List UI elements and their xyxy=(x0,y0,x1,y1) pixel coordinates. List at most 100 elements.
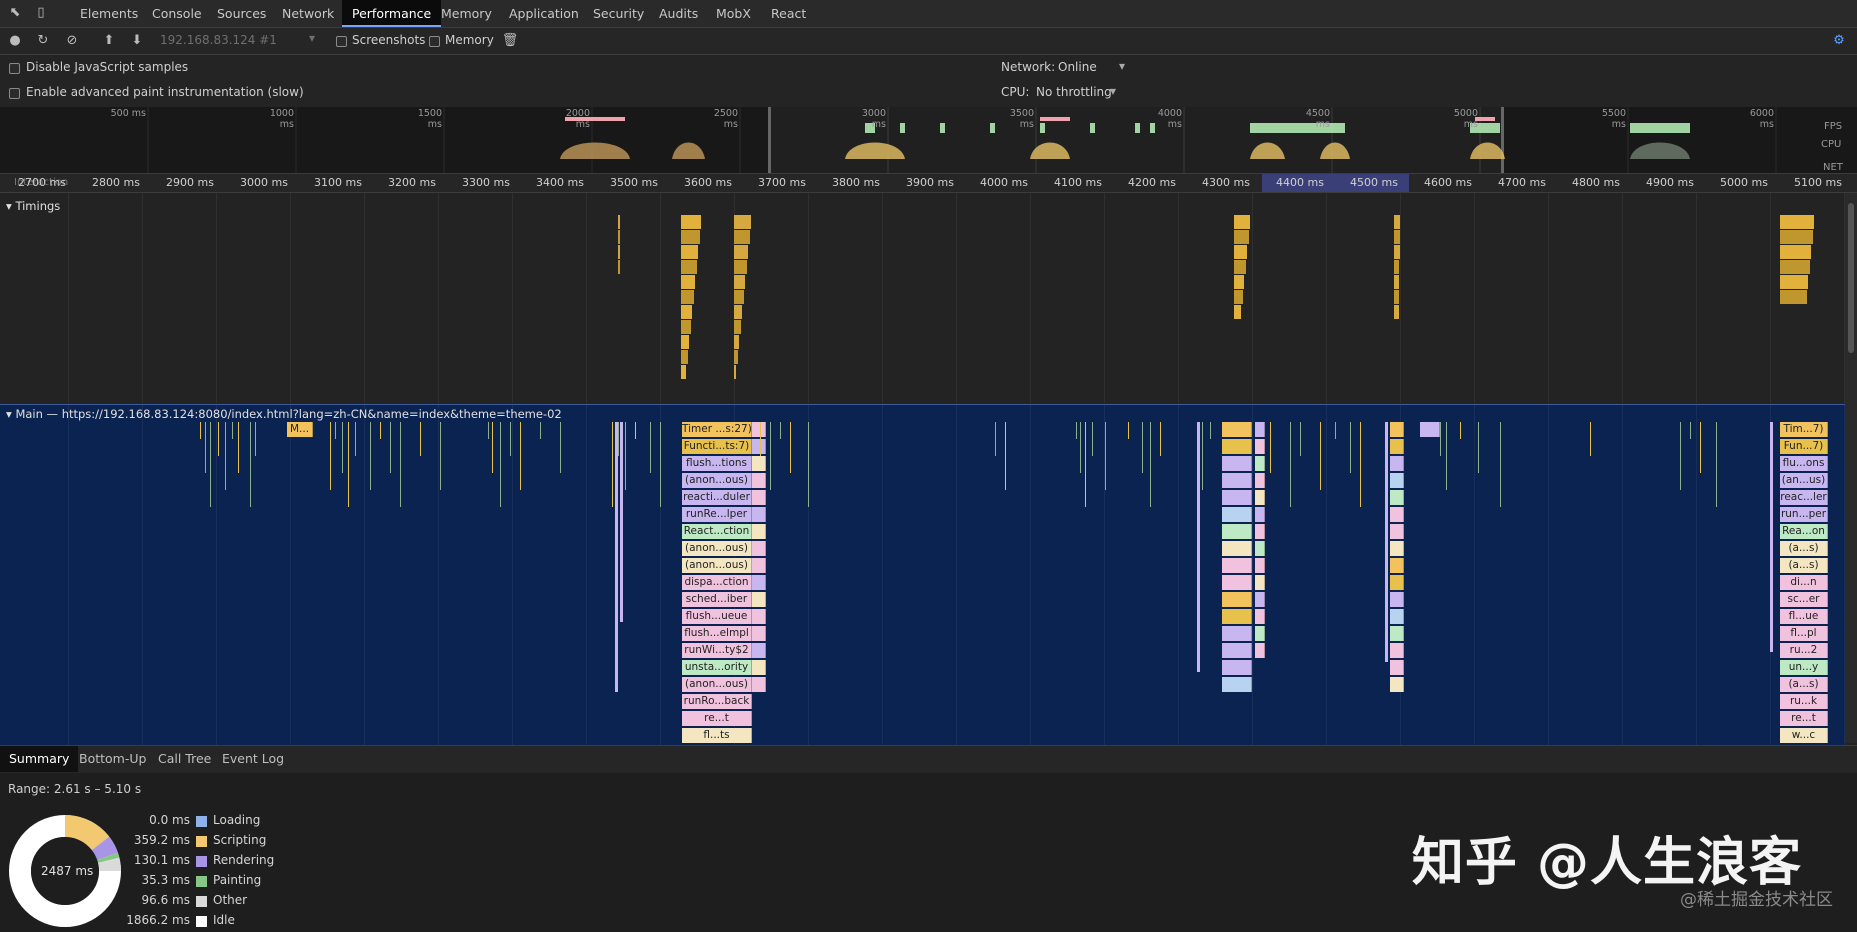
flame-frame[interactable] xyxy=(1222,524,1252,539)
task-tick[interactable] xyxy=(348,422,349,507)
task-tick[interactable] xyxy=(255,422,256,456)
flame-frame[interactable]: fl...ts xyxy=(682,728,752,743)
task-tick[interactable] xyxy=(540,422,541,439)
timings-title[interactable]: ▾ Timings xyxy=(6,199,60,213)
task-tick[interactable] xyxy=(1142,422,1143,473)
chevron-down-icon[interactable]: ▾ xyxy=(1119,59,1125,73)
task-tick[interactable] xyxy=(355,422,356,456)
timing-mark[interactable] xyxy=(1394,245,1400,259)
deep-call-stack[interactable] xyxy=(615,422,618,692)
flame-frame[interactable] xyxy=(1255,592,1265,607)
task-tick[interactable] xyxy=(1460,422,1461,439)
scrollbar-thumb[interactable] xyxy=(1848,203,1854,353)
flame-frame[interactable]: (anon...ous) xyxy=(682,558,752,573)
flame-frame[interactable]: React...ction xyxy=(682,524,752,539)
flame-frame[interactable]: fl...pl xyxy=(1780,626,1828,641)
flame-frame[interactable] xyxy=(1390,677,1404,692)
flame-frame[interactable]: ru...k xyxy=(1780,694,1828,709)
timing-mark[interactable] xyxy=(618,245,620,259)
flame-frame[interactable]: fl...ue xyxy=(1780,609,1828,624)
flame-frame[interactable] xyxy=(752,456,766,471)
flame-frame[interactable] xyxy=(1255,490,1265,505)
task-tick[interactable] xyxy=(232,422,233,439)
task-tick[interactable] xyxy=(1440,422,1441,456)
flame-frame[interactable] xyxy=(1255,626,1265,641)
flame-frame[interactable]: dispa...ction xyxy=(682,575,752,590)
task-tick[interactable] xyxy=(492,422,493,473)
tab-application[interactable]: Application xyxy=(499,0,589,27)
flame-frame[interactable]: flush...tions xyxy=(682,456,752,471)
deep-call-stack[interactable] xyxy=(1770,422,1773,652)
flame-frame[interactable]: sc...er xyxy=(1780,592,1828,607)
selection-handle-left[interactable] xyxy=(768,107,771,173)
flame-frame[interactable] xyxy=(1222,541,1252,556)
flame-frame[interactable] xyxy=(1390,592,1404,607)
task-tick[interactable] xyxy=(1300,422,1301,456)
task-tick[interactable] xyxy=(1335,422,1336,439)
flame-frame[interactable] xyxy=(752,422,766,437)
timing-mark[interactable] xyxy=(1234,230,1249,244)
flame-frame[interactable] xyxy=(1255,456,1265,471)
flame-frame[interactable] xyxy=(752,524,766,539)
flame-frame[interactable] xyxy=(1390,558,1404,573)
task-tick[interactable] xyxy=(618,422,619,456)
task-tick[interactable] xyxy=(390,422,391,473)
main-thread-flamechart[interactable]: ▾ Main — https://192.168.83.124:8080/ind… xyxy=(0,404,1845,745)
flame-frame[interactable]: M... xyxy=(287,422,313,437)
tab-network[interactable]: Network xyxy=(272,0,344,27)
task-tick[interactable] xyxy=(250,422,251,507)
flame-frame[interactable] xyxy=(1390,541,1404,556)
task-tick[interactable] xyxy=(1005,422,1006,490)
task-tick[interactable] xyxy=(1446,422,1447,490)
flame-frame[interactable]: Timer ...s:27) xyxy=(682,422,752,437)
flame-frame[interactable] xyxy=(752,490,766,505)
tab-sources[interactable]: Sources xyxy=(207,0,276,27)
reload-record-icon[interactable]: ↻ xyxy=(34,32,52,50)
flame-frame[interactable] xyxy=(752,439,766,454)
flame-frame[interactable] xyxy=(1255,643,1265,658)
flame-frame[interactable] xyxy=(1390,439,1404,454)
task-tick[interactable] xyxy=(1202,422,1203,490)
flame-frame[interactable] xyxy=(1390,473,1404,488)
flame-frame[interactable]: w...c xyxy=(1780,728,1828,743)
flame-frame[interactable]: un...y xyxy=(1780,660,1828,675)
inspect-element-icon[interactable]: ⬉ xyxy=(6,4,24,22)
flame-frame[interactable] xyxy=(752,473,766,488)
load-profile-icon[interactable]: ⬆ xyxy=(100,32,118,50)
timing-mark[interactable] xyxy=(681,230,700,244)
flame-frame[interactable]: flu...ons xyxy=(1780,456,1828,471)
timing-mark[interactable] xyxy=(1394,275,1400,289)
flame-frame[interactable]: sched...iber xyxy=(682,592,752,607)
timing-mark[interactable] xyxy=(1234,260,1246,274)
advanced-paint-checkbox[interactable] xyxy=(9,88,20,99)
flame-frame[interactable] xyxy=(1390,490,1404,505)
flame-frame[interactable] xyxy=(1255,575,1265,590)
flame-frame[interactable] xyxy=(1222,439,1252,454)
flame-frame[interactable] xyxy=(1255,541,1265,556)
flame-frame[interactable]: (a...s) xyxy=(1780,541,1828,556)
tab-performance[interactable]: Performance xyxy=(342,0,442,27)
deep-call-stack[interactable] xyxy=(620,422,623,622)
flame-frame[interactable] xyxy=(1255,524,1265,539)
clear-icon[interactable]: ⊘ xyxy=(63,32,81,50)
flame-frame[interactable] xyxy=(752,643,766,658)
task-tick[interactable] xyxy=(1128,422,1129,439)
task-tick[interactable] xyxy=(1680,422,1681,490)
task-tick[interactable] xyxy=(1210,422,1211,439)
timing-mark[interactable] xyxy=(1394,215,1400,229)
tab-call-tree[interactable]: Call Tree xyxy=(149,746,220,772)
tab-audits[interactable]: Audits xyxy=(649,0,708,27)
flame-frame[interactable] xyxy=(1222,473,1252,488)
tab-react[interactable]: React xyxy=(761,0,816,27)
deep-call-stack[interactable] xyxy=(1197,422,1200,672)
flame-frame[interactable]: Tim...7) xyxy=(1780,422,1828,437)
network-select[interactable]: Online xyxy=(1058,60,1097,74)
flame-frame[interactable] xyxy=(752,592,766,607)
task-tick[interactable] xyxy=(238,422,239,473)
flame-frame[interactable] xyxy=(752,609,766,624)
flame-frame[interactable] xyxy=(1222,422,1252,437)
flame-frame[interactable] xyxy=(752,541,766,556)
timing-mark[interactable] xyxy=(681,320,691,334)
flame-frame[interactable] xyxy=(1222,592,1252,607)
flame-frame[interactable]: re...t xyxy=(682,711,752,726)
